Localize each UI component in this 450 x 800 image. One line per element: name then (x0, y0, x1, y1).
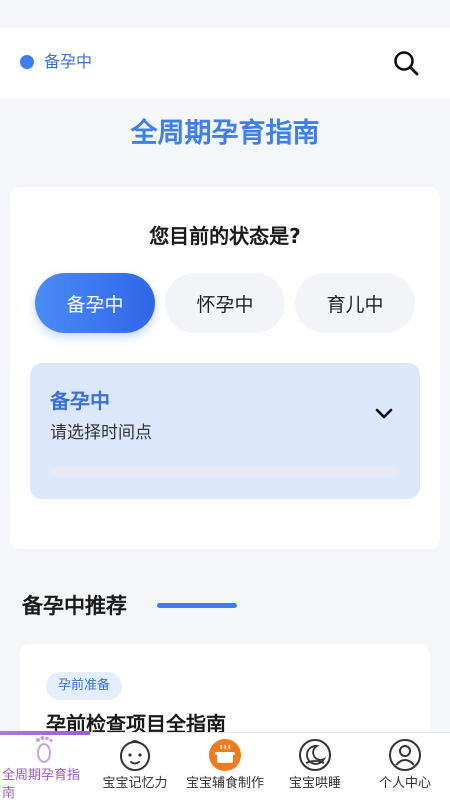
tab-label: 个人中心 (378, 776, 431, 791)
tab-baby-sleep[interactable]: 宝宝哄睡 (270, 733, 360, 800)
user-icon (389, 739, 421, 771)
top-bar: 备孕中 (0, 28, 450, 98)
page-title: 全周期孕育指南 (130, 118, 320, 149)
sleeping-moon-icon (299, 739, 331, 771)
time-point-selector[interactable]: 备孕中 请选择时间点 (30, 363, 420, 499)
search-button[interactable] (385, 42, 427, 84)
article-tag: 孕前准备 (46, 672, 123, 700)
tab-profile[interactable]: 个人中心 (360, 733, 450, 800)
tab-label: 宝宝记忆力 (102, 776, 168, 791)
stage-hint: 请选择时间点 (50, 423, 152, 443)
baby-face-icon (120, 740, 150, 771)
tab-label: 宝宝辅食制作 (185, 776, 264, 791)
status-question: 您目前的状态是? (149, 224, 301, 248)
status-dot-icon (20, 55, 34, 69)
tab-baby-food[interactable]: 宝宝辅食制作 (180, 733, 270, 800)
option-preparing-button[interactable]: 备孕中 (35, 273, 155, 333)
current-status-label[interactable]: 备孕中 (44, 50, 92, 74)
tab-label: 全周期孕育指南 (2, 768, 81, 800)
tab-pregnancy-guide[interactable]: 全周期孕育指南 (0, 733, 90, 800)
search-icon (394, 51, 419, 76)
section-title-underline (157, 603, 237, 608)
option-pregnant-button[interactable]: 怀孕中 (165, 273, 285, 333)
tab-label: 宝宝哄睡 (288, 776, 341, 791)
status-card: 您目前的状态是? 备孕中 怀孕中 育儿中 备孕中 请选择时间点 (10, 187, 440, 549)
bottom-tab-bar: 全周期孕育指南 宝宝记忆力 宝宝辅食制作 宝宝哄睡 个人中心 (0, 731, 450, 800)
option-parenting-button[interactable]: 育儿中 (295, 273, 415, 333)
stage-title: 备孕中 (50, 389, 110, 413)
chevron-down-icon[interactable] (372, 401, 396, 425)
article-card[interactable]: 孕前准备 孕前检查项目全指南 (20, 644, 430, 744)
recommend-section-title: 备孕中推荐 (22, 594, 127, 618)
tab-baby-memory[interactable]: 宝宝记忆力 (90, 733, 180, 800)
footprint-icon (36, 736, 53, 763)
cooking-pot-icon (209, 739, 241, 771)
stage-progress-track (50, 467, 400, 477)
